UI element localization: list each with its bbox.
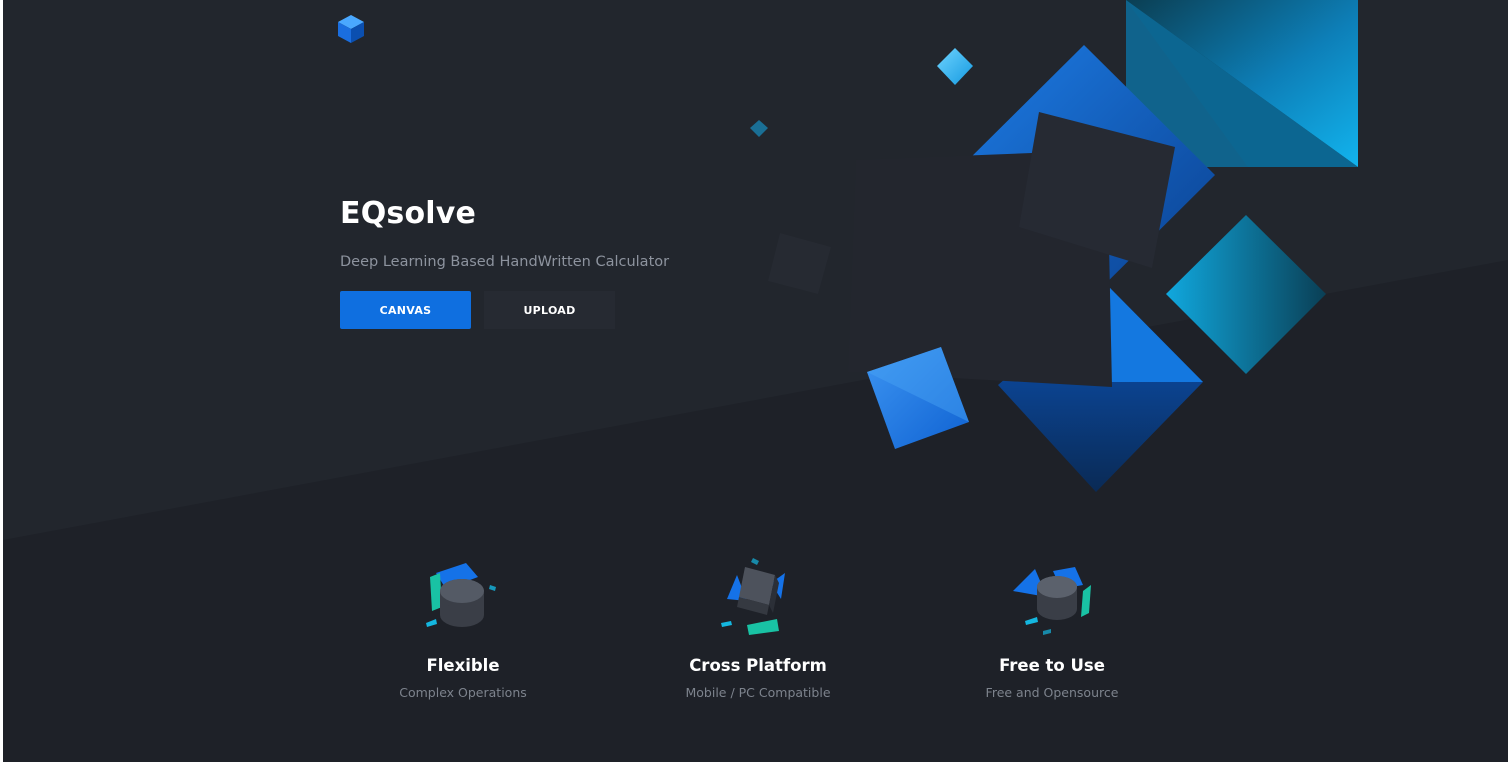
hero-subtitle: Deep Learning Based HandWritten Calculat… xyxy=(340,254,670,270)
canvas-button[interactable]: CANVAS xyxy=(340,291,471,329)
feature-title: Free to Use xyxy=(999,656,1105,675)
cube-shapes-icon xyxy=(721,558,785,635)
cylinder-shapes-icon xyxy=(426,563,496,627)
feature-subtitle: Complex Operations xyxy=(399,685,527,700)
cylinder-shapes-icon xyxy=(1013,567,1091,635)
teal-diamond-shape xyxy=(1166,215,1326,374)
feature-cross-platform: Cross Platform Mobile / PC Compatible xyxy=(638,555,878,700)
hero-illustration xyxy=(750,0,1358,492)
feature-free-to-use: Free to Use Free and Opensource xyxy=(932,555,1172,700)
feature-subtitle: Mobile / PC Compatible xyxy=(685,685,831,700)
upload-button[interactable]: UPLOAD xyxy=(484,291,615,329)
tiny-teal-diamond-shape xyxy=(750,120,768,137)
feature-title: Flexible xyxy=(426,656,500,675)
hero-title: EQsolve xyxy=(340,196,477,231)
dark-small-square-shape xyxy=(768,233,831,294)
feature-subtitle: Free and Opensource xyxy=(985,685,1119,700)
cyan-gem-shape xyxy=(937,48,973,85)
feature-title: Cross Platform xyxy=(689,656,827,675)
feature-flexible: Flexible Complex Operations xyxy=(343,555,583,700)
landing-page: EQsolve Deep Learning Based HandWritten … xyxy=(3,0,1508,762)
